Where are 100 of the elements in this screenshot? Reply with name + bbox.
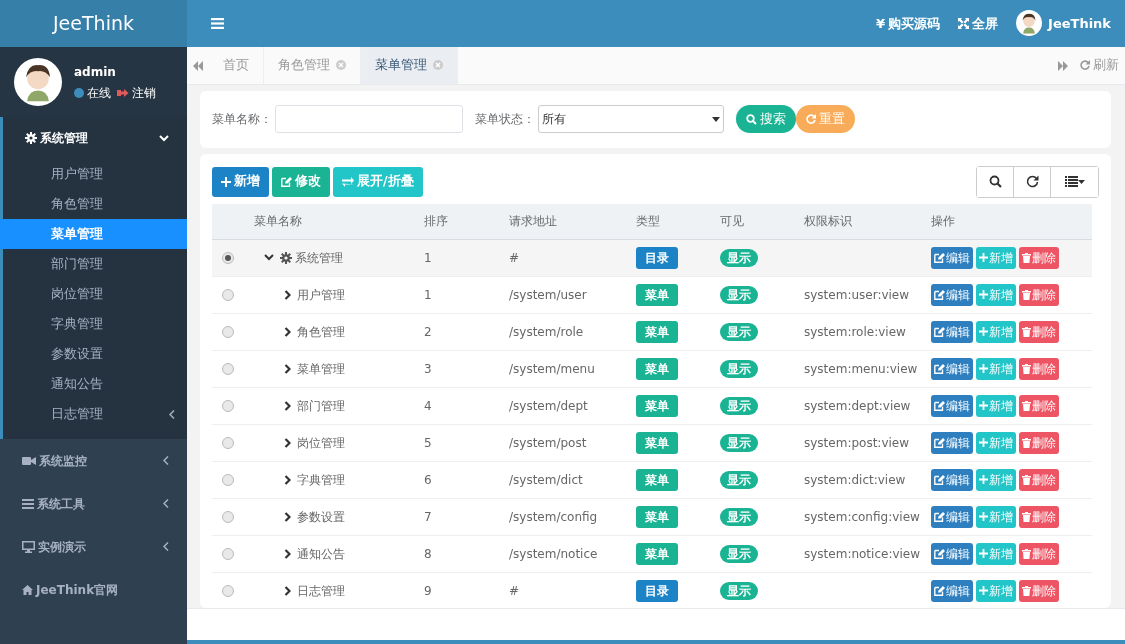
sidebar-group[interactable]: 系统工具 xyxy=(0,482,187,525)
radio-button[interactable] xyxy=(222,362,234,375)
add-button[interactable]: 新增 xyxy=(976,431,1016,454)
sort-order: 5 xyxy=(424,434,432,452)
sidebar-item[interactable]: 菜单管理 xyxy=(0,219,187,249)
edit-icon xyxy=(934,511,945,522)
edit-icon xyxy=(934,363,945,374)
column-header: 菜单名称 xyxy=(254,203,424,240)
radio-button[interactable] xyxy=(222,288,234,301)
sidebar-item[interactable]: 部门管理 xyxy=(3,249,187,279)
radio-button[interactable] xyxy=(222,510,234,523)
buy-link[interactable]: ¥ 购买源码 xyxy=(876,13,941,34)
add-button[interactable]: 新增 xyxy=(976,283,1016,306)
sort-order: 7 xyxy=(424,508,432,526)
edit-button[interactable]: 编辑 xyxy=(931,246,973,269)
tab[interactable]: 菜单管理 xyxy=(361,46,458,84)
sidebar-item[interactable]: 参数设置 xyxy=(3,339,187,369)
chevron-down-icon[interactable] xyxy=(264,254,274,262)
add-button[interactable]: 新增 xyxy=(976,468,1016,491)
chevron-right-icon[interactable] xyxy=(284,548,291,559)
add-button[interactable]: 新增 xyxy=(212,166,269,197)
expand-collapse-button[interactable]: 展开/折叠 xyxy=(333,166,423,197)
chevron-right-icon[interactable] xyxy=(284,585,291,596)
column-header: 类型 xyxy=(636,203,720,240)
chevron-right-icon[interactable] xyxy=(284,474,291,485)
swap-icon xyxy=(342,176,354,187)
sidebar-item[interactable]: 用户管理 xyxy=(3,159,187,189)
chevron-right-icon[interactable] xyxy=(284,511,291,522)
tab[interactable]: 首页 xyxy=(209,46,264,84)
logo[interactable]: JeeThink xyxy=(0,0,187,47)
add-button[interactable]: 新增 xyxy=(976,246,1016,269)
radio-button[interactable] xyxy=(222,251,234,264)
edit-button[interactable]: 编辑 xyxy=(931,394,973,417)
chevron-right-icon[interactable] xyxy=(284,326,291,337)
sidebar-item[interactable]: 字典管理 xyxy=(3,309,187,339)
delete-button[interactable]: 删除 xyxy=(1019,505,1059,528)
permission-key: system:post:view xyxy=(804,433,910,452)
add-button[interactable]: 新增 xyxy=(976,357,1016,380)
edit-button[interactable]: 编辑 xyxy=(931,431,973,454)
search-button[interactable]: 搜索 xyxy=(736,105,796,134)
add-button[interactable]: 新增 xyxy=(976,579,1016,602)
request-url: /system/dict xyxy=(509,471,583,489)
chevron-right-icon[interactable] xyxy=(284,437,291,448)
radio-button[interactable] xyxy=(222,325,234,338)
delete-button[interactable]: 删除 xyxy=(1019,468,1059,491)
search-button[interactable] xyxy=(977,166,1014,197)
edit-button[interactable]: 编辑 xyxy=(931,579,973,602)
radio-button[interactable] xyxy=(222,547,234,560)
fullscreen-button[interactable]: 全屏 xyxy=(958,13,999,34)
sidebar-item[interactable]: 角色管理 xyxy=(3,189,187,219)
edit-button[interactable]: 编辑 xyxy=(931,320,973,343)
logout-link[interactable]: 注销 xyxy=(132,83,156,102)
delete-button[interactable]: 删除 xyxy=(1019,246,1059,269)
delete-button[interactable]: 删除 xyxy=(1019,394,1059,417)
delete-button[interactable]: 删除 xyxy=(1019,579,1059,602)
status-select[interactable]: 所有 xyxy=(538,105,724,134)
account-menu[interactable]: JeeThink xyxy=(1016,10,1111,37)
menu-name: 通知公告 xyxy=(297,545,345,563)
request-url: /system/user xyxy=(509,286,587,304)
sidebar-group[interactable]: 系统监控 xyxy=(0,439,187,482)
trash-icon xyxy=(1022,326,1031,337)
column-header: 操作 xyxy=(931,203,1092,240)
radio-button[interactable] xyxy=(222,584,234,597)
add-button[interactable]: 新增 xyxy=(976,320,1016,343)
chevron-right-icon[interactable] xyxy=(284,289,291,300)
delete-button[interactable]: 删除 xyxy=(1019,431,1059,454)
visible-tag: 显示 xyxy=(720,433,758,452)
edit-button[interactable]: 编辑 xyxy=(931,505,973,528)
menu-name: 日志管理 xyxy=(297,582,345,600)
edit-button[interactable]: 修改 xyxy=(272,166,330,197)
sort-order: 9 xyxy=(424,582,432,600)
type-tag: 目录 xyxy=(636,579,678,602)
radio-button[interactable] xyxy=(222,473,234,486)
add-button[interactable]: 新增 xyxy=(976,394,1016,417)
delete-button[interactable]: 删除 xyxy=(1019,283,1059,306)
sidebar-item[interactable]: 日志管理 xyxy=(3,399,187,429)
edit-button[interactable]: 编辑 xyxy=(931,468,973,491)
edit-button[interactable]: 编辑 xyxy=(931,283,973,306)
chevron-right-icon[interactable] xyxy=(284,400,291,411)
sort-order: 1 xyxy=(424,249,432,267)
refresh-button[interactable]: 刷新 xyxy=(1074,46,1125,84)
sidebar-item[interactable]: 岗位管理 xyxy=(3,279,187,309)
delete-button[interactable]: 删除 xyxy=(1019,542,1059,565)
radio-button[interactable] xyxy=(222,436,234,449)
sidebar-item[interactable]: 通知公告 xyxy=(3,369,187,399)
delete-button[interactable]: 删除 xyxy=(1019,357,1059,380)
edit-button[interactable]: 编辑 xyxy=(931,357,973,380)
add-button[interactable]: 新增 xyxy=(976,542,1016,565)
sidebar-group[interactable]: 实例演示 xyxy=(0,525,187,568)
trash-icon xyxy=(1022,400,1031,411)
radio-button[interactable] xyxy=(222,399,234,412)
chevron-right-icon[interactable] xyxy=(284,363,291,374)
reset-button[interactable]: 重置 xyxy=(796,105,855,134)
sidebar-group[interactable]: 系统管理 xyxy=(3,117,187,159)
add-button[interactable]: 新增 xyxy=(976,505,1016,528)
delete-button[interactable]: 删除 xyxy=(1019,320,1059,343)
list-icon xyxy=(22,498,34,509)
sidebar-link[interactable]: JeeThink官网 xyxy=(0,568,187,611)
edit-button[interactable]: 编辑 xyxy=(931,542,973,565)
menu-name-field[interactable] xyxy=(275,105,463,134)
